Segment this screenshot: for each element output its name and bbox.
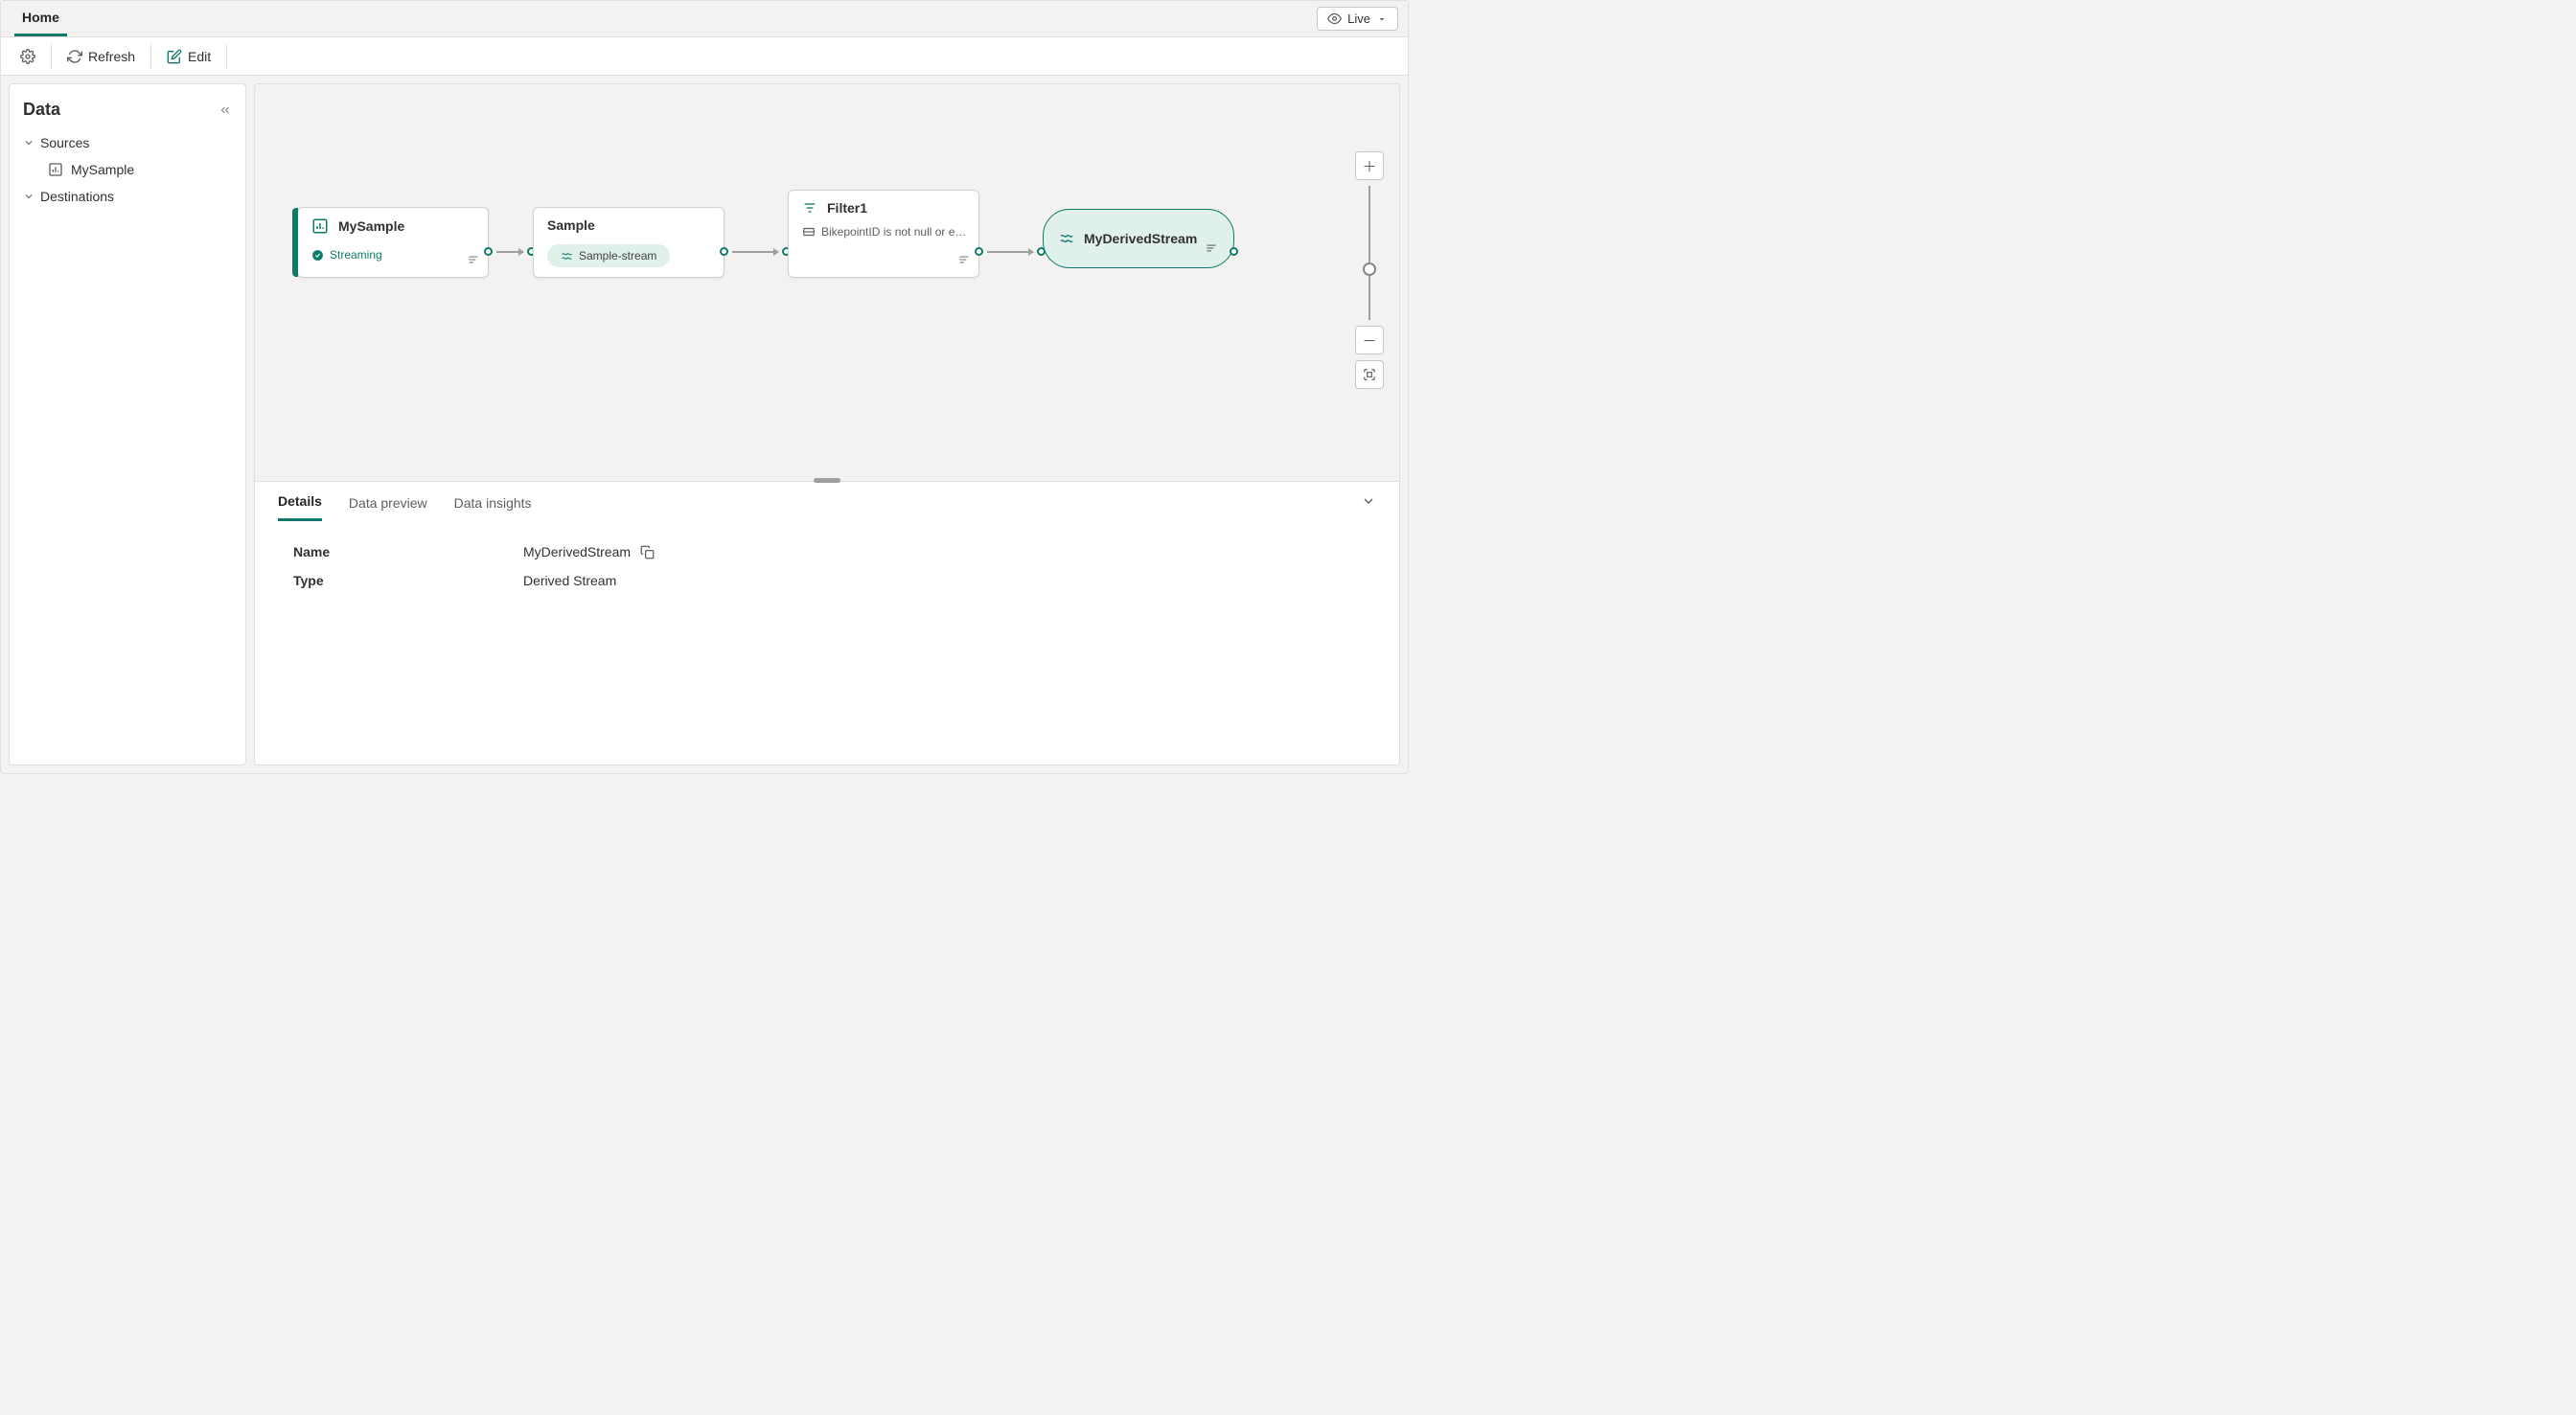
refresh-label: Refresh [88,49,135,64]
node-more-icon[interactable] [1205,241,1218,258]
detail-value: MyDerivedStream [523,544,631,559]
zoom-slider-handle[interactable] [1363,262,1376,276]
check-circle-icon [311,249,324,262]
gear-icon [20,49,35,64]
node-sample[interactable]: Sample Sample-stream [533,207,724,278]
sources-label: Sources [40,135,89,150]
fit-button[interactable] [1355,360,1384,389]
connector [496,251,523,253]
main-area: MySample Streaming Sample [254,83,1400,765]
destinations-group[interactable]: Destinations [10,183,245,210]
toolbar-separator [226,44,227,69]
edit-label: Edit [188,49,211,64]
settings-button[interactable] [12,43,43,70]
node-sub-label: BikepointID is not null or e… [821,225,966,239]
details-panel: Details Data preview Data insights Name … [255,481,1399,765]
chevron-down-icon [23,137,34,148]
detail-label: Name [293,544,523,559]
sources-group[interactable]: Sources [10,129,245,156]
toolbar-separator [150,44,151,69]
chart-icon [48,162,63,177]
node-title: Filter1 [827,200,867,216]
tab-data-preview[interactable]: Data preview [349,495,427,520]
node-title: MyDerivedStream [1084,231,1197,246]
chevron-down-icon [23,191,34,202]
detail-row-name: Name MyDerivedStream [293,544,1361,559]
node-accent-bar [292,208,298,277]
connector [732,251,778,253]
node-port[interactable] [1230,247,1238,256]
zoom-in-button[interactable]: ＋ [1355,151,1384,180]
filter-icon [802,200,817,216]
panel-collapse-button[interactable] [1361,493,1376,512]
column-icon [802,225,816,239]
chart-icon [311,217,329,235]
refresh-button[interactable]: Refresh [59,43,143,70]
zoom-slider-track[interactable] [1368,186,1370,320]
detail-row-type: Type Derived Stream [293,573,1361,588]
stream-icon [561,250,573,262]
node-more-icon[interactable] [467,253,480,269]
node-status-label: Streaming [330,248,382,262]
node-port[interactable] [975,247,983,256]
detail-label: Type [293,573,523,588]
node-port[interactable] [484,247,493,256]
edit-icon [167,49,182,64]
edit-button[interactable]: Edit [159,43,218,70]
sidebar-item-mysample[interactable]: MySample [10,156,245,183]
ribbon-tab-home[interactable]: Home [14,1,67,36]
refresh-icon [67,49,82,64]
chevron-down-icon [1376,13,1388,25]
node-port[interactable] [720,247,728,256]
node-title: Sample [547,217,595,233]
connector [987,251,1033,253]
stream-icon [1059,231,1074,246]
toolbar: Refresh Edit [1,37,1408,76]
live-mode-label: Live [1347,11,1370,26]
fit-icon [1363,368,1376,381]
node-derived-stream[interactable]: MyDerivedStream [1043,209,1234,268]
sidebar-title: Data [23,100,60,120]
node-title: MySample [338,218,404,234]
pipeline-canvas[interactable]: MySample Streaming Sample [255,84,1399,481]
node-mysample[interactable]: MySample Streaming [297,207,489,278]
zoom-out-button[interactable]: － [1355,326,1384,354]
data-sidebar: Data Sources MySample Destinations [9,83,246,765]
tab-data-insights[interactable]: Data insights [454,495,532,520]
chip-label: Sample-stream [579,249,656,262]
panel-tabs: Details Data preview Data insights [255,482,1399,521]
stream-chip[interactable]: Sample-stream [547,244,670,267]
chevron-down-icon [1361,493,1376,509]
ribbon-tabs: Home Live [1,1,1408,37]
live-mode-dropdown[interactable]: Live [1317,7,1398,31]
toolbar-separator [51,44,52,69]
eye-icon [1327,11,1342,26]
copy-icon[interactable] [640,545,655,559]
zoom-controls: ＋ － [1355,151,1384,389]
node-more-icon[interactable] [957,253,971,269]
node-filter[interactable]: Filter1 BikepointID is not null or e… [788,190,979,278]
sidebar-item-label: MySample [71,162,134,177]
tab-details[interactable]: Details [278,493,322,521]
collapse-sidebar-icon[interactable] [218,103,232,117]
destinations-label: Destinations [40,189,114,204]
detail-value: Derived Stream [523,573,616,588]
